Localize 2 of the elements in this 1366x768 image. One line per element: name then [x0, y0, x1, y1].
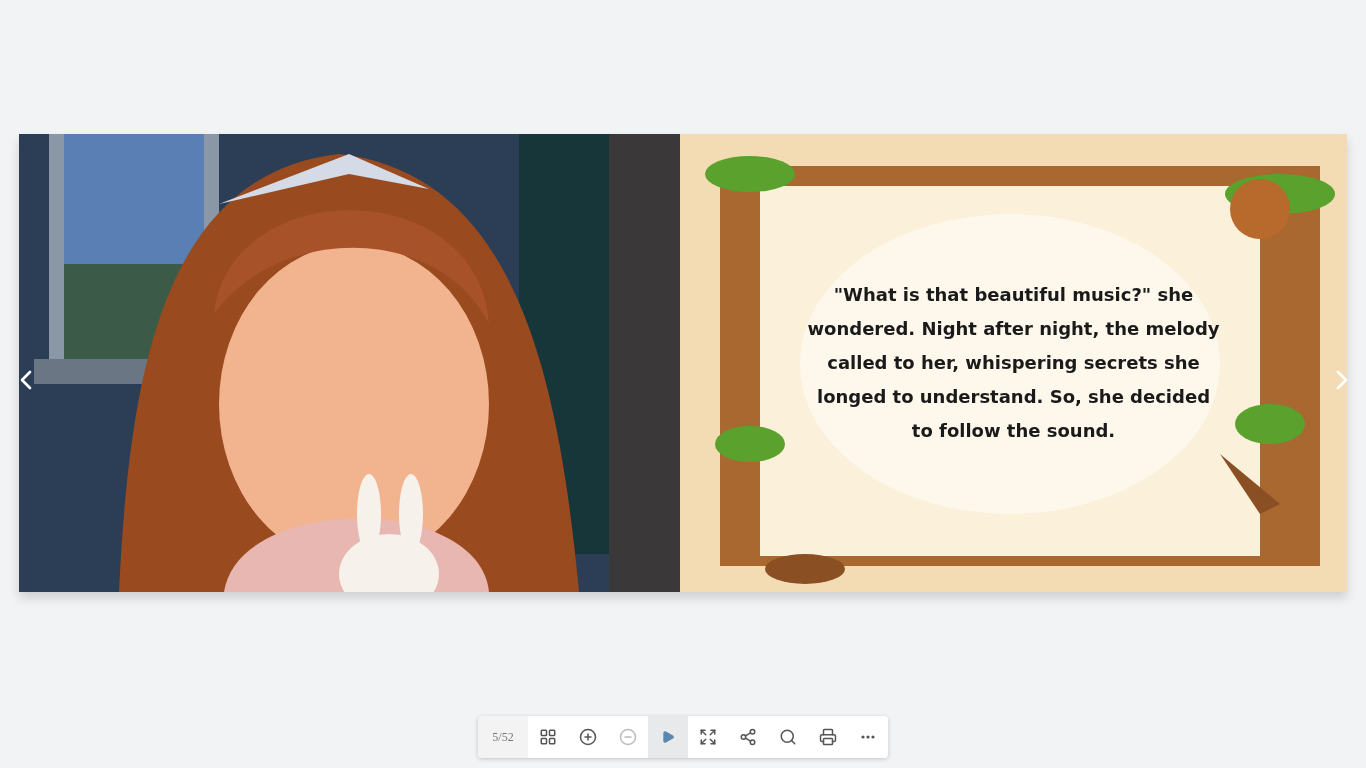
page-counter: 5/52	[478, 716, 528, 758]
story-text: "What is that beautiful music?" she wondered. Night after night, the melody called to her, whispering secrets she longed to understand. So, she decided to follow the sound.	[806, 283, 1221, 443]
